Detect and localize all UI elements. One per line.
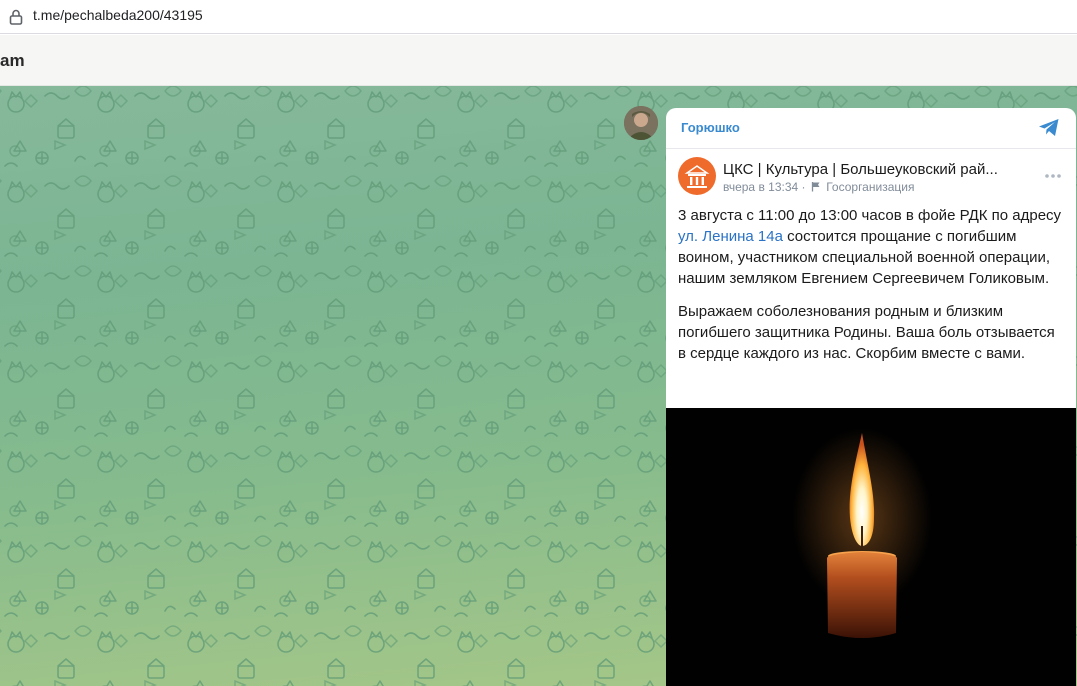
candle-image xyxy=(792,428,932,638)
sender-avatar[interactable] xyxy=(624,106,658,140)
post-meta: вчера в 13:34 · Госорганизация xyxy=(723,180,914,194)
text-segment: 3 августа с 11:00 до 13:00 часов в фойе … xyxy=(678,207,1062,224)
meta-separator: · xyxy=(801,180,806,194)
app-title: am xyxy=(0,51,25,70)
candle-photo[interactable] xyxy=(666,408,1076,686)
post-paragraph-2: Выражаем соболезнования родным и близким… xyxy=(678,303,1055,362)
url-text[interactable]: t.me/pechalbeda200/43195 xyxy=(33,7,203,23)
sender-name[interactable]: Горюшко xyxy=(681,120,740,135)
post-text: 3 августа с 11:00 до 13:00 часов в фойе … xyxy=(678,205,1064,376)
browser-address-bar[interactable]: t.me/pechalbeda200/43195 xyxy=(0,0,1077,34)
avatar-image xyxy=(624,106,658,140)
flag-icon xyxy=(811,182,820,192)
post-time[interactable]: вчера в 13:34 xyxy=(723,180,798,194)
group-logo[interactable] xyxy=(678,157,716,195)
museum-icon xyxy=(684,165,710,188)
vk-post-card: ЦКС | Культура | Большеуковский рай... в… xyxy=(666,148,1076,686)
lock-icon xyxy=(9,9,23,25)
more-icon[interactable] xyxy=(1044,173,1062,179)
telegram-header: am xyxy=(0,35,1077,86)
telegram-icon[interactable] xyxy=(1038,118,1060,137)
group-name[interactable]: ЦКС | Культура | Большеуковский рай... xyxy=(723,161,998,178)
post-paragraph-1: 3 августа с 11:00 до 13:00 часов в фойе … xyxy=(678,205,1064,289)
address-link[interactable]: ул. Ленина 14а xyxy=(678,228,783,245)
org-type: Госорганизация xyxy=(826,180,915,194)
message-bubble: Горюшко ЦКС | Культура | Большеуковский … xyxy=(666,108,1076,686)
